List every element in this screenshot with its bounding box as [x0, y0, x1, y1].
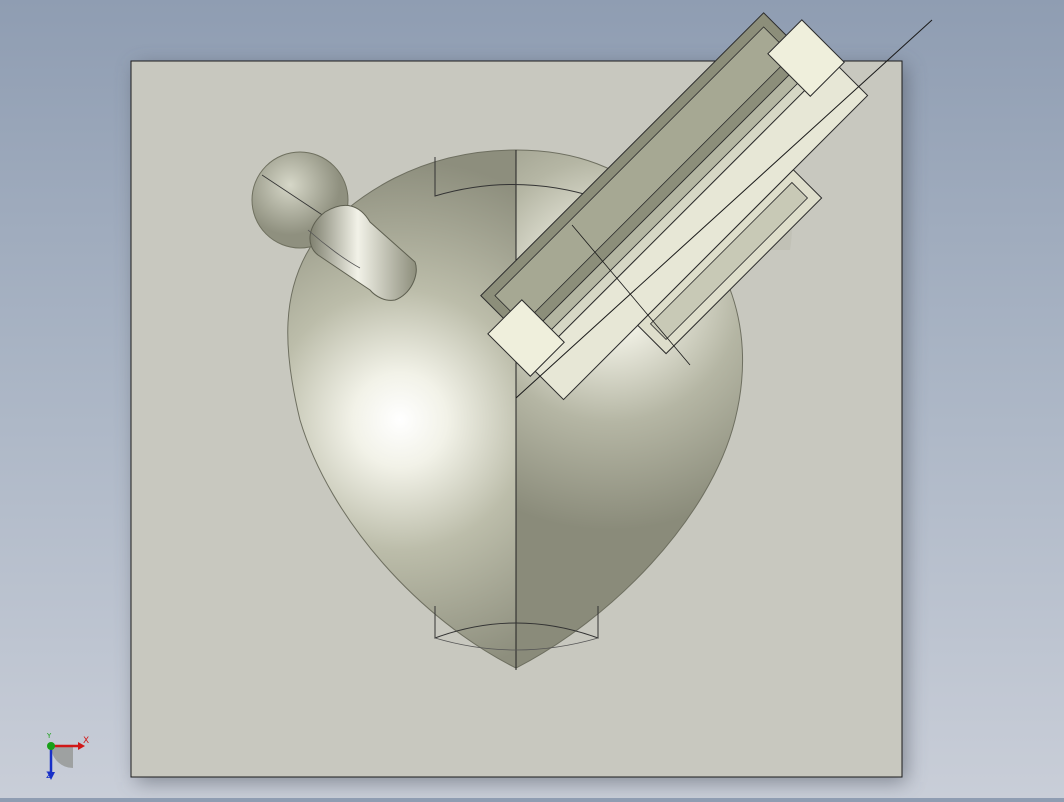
- triad-y-label: Y: [47, 732, 52, 740]
- triad-z-label: Z: [46, 771, 53, 781]
- y-axis-dot: [47, 742, 55, 750]
- cad-viewport[interactable]: X Y Z: [0, 0, 1064, 798]
- triad-shadow: [51, 746, 73, 768]
- model-canvas[interactable]: [0, 0, 1064, 798]
- axis-triad: [47, 742, 85, 780]
- triad-x-label: X: [83, 736, 90, 746]
